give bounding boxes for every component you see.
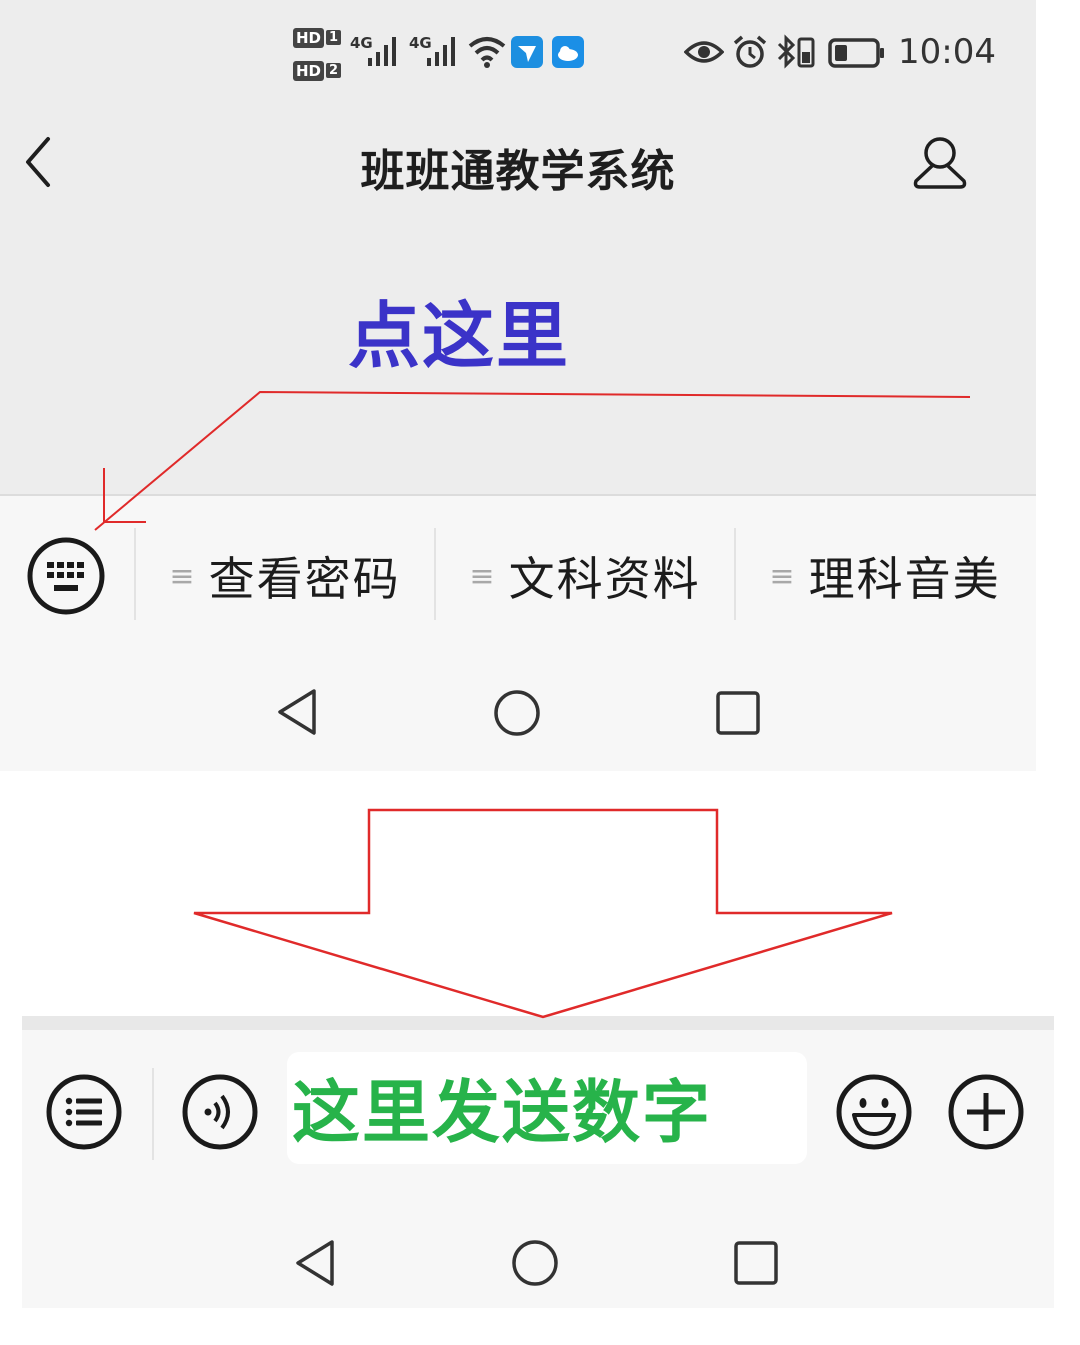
circle-home-icon[interactable]	[510, 1238, 560, 1288]
emoji-icon	[836, 1074, 912, 1150]
eye-icon	[684, 41, 724, 63]
top-screenshot: HD 1 HD 2 4G 4G 10:04 班班通教学系统 点这里 ≡ 查看密码…	[0, 0, 1036, 771]
annotation-send-number-here: 这里发送数字	[292, 1074, 713, 1153]
profile-button[interactable]	[908, 133, 972, 193]
status-time: 10:04	[898, 32, 996, 72]
bottom-screenshot: 这里发送数字	[22, 1016, 1054, 1308]
annotation-click-here: 点这里	[348, 294, 571, 378]
menu-item-label: 文科资料	[508, 552, 701, 606]
signal-icon-1	[368, 37, 396, 66]
wifi-icon	[468, 37, 506, 68]
triangle-back-icon[interactable]	[274, 687, 320, 737]
square-recent-icon[interactable]	[732, 1239, 780, 1287]
system-nav-bar	[22, 1200, 1054, 1322]
hd-badge-1: HD	[293, 28, 325, 48]
custom-menu-bar: ≡ 查看密码 ≡ 文科资料 ≡ 理科音美	[0, 494, 1036, 656]
sim-badge-1: 1	[326, 30, 342, 45]
menu-item-view-password[interactable]: ≡ 查看密码	[136, 496, 434, 656]
weather-app-icon	[552, 36, 584, 68]
status-bar: HD 1 HD 2 4G 4G 10:04	[0, 0, 1036, 105]
page-title: 班班通教学系统	[360, 146, 676, 197]
alarm-icon	[733, 35, 767, 68]
square-recent-icon[interactable]	[714, 689, 762, 737]
plus-icon	[948, 1074, 1024, 1150]
user-icon	[913, 137, 967, 189]
more-options-button[interactable]	[946, 1072, 1026, 1152]
bar-divider	[152, 1068, 154, 1160]
battery-icon	[828, 38, 884, 68]
voice-icon	[182, 1074, 258, 1150]
big-down-arrow	[193, 808, 893, 1019]
menu-lines-icon: ≡	[469, 558, 495, 594]
menu-item-science-music-art[interactable]: ≡ 理科音美	[736, 496, 1034, 656]
menu-item-liberal-arts[interactable]: ≡ 文科资料	[436, 496, 734, 656]
chat-input-bar: 这里发送数字	[22, 1030, 1054, 1200]
app-notification-icon	[511, 36, 543, 68]
emoji-button[interactable]	[834, 1072, 914, 1152]
menu-lines-icon: ≡	[169, 558, 195, 594]
circle-home-icon[interactable]	[492, 688, 542, 738]
bluetooth-battery-icon	[777, 34, 815, 69]
triangle-back-icon[interactable]	[292, 1238, 338, 1288]
sim-badge-2: 2	[326, 63, 342, 78]
keyboard-toggle-button[interactable]	[24, 534, 108, 618]
title-bar: 班班通教学系统	[0, 105, 1036, 220]
menu-lines-icon: ≡	[769, 558, 795, 594]
menu-toggle-button[interactable]	[44, 1072, 124, 1152]
list-icon	[46, 1074, 122, 1150]
signal-icon-2	[427, 37, 455, 66]
menu-item-label: 理科音美	[808, 552, 1001, 606]
hd-badge-2: HD	[293, 61, 325, 81]
voice-input-button[interactable]	[180, 1072, 260, 1152]
menu-item-label: 查看密码	[208, 552, 401, 606]
keyboard-icon	[27, 537, 105, 615]
system-nav-bar	[0, 654, 1036, 771]
